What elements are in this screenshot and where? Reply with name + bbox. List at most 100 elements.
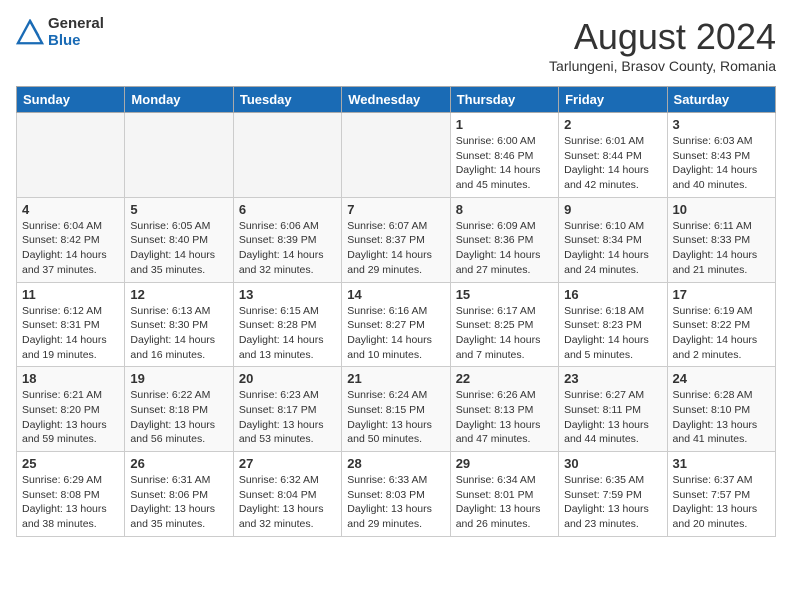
weekday-header-row: SundayMondayTuesdayWednesdayThursdayFrid… bbox=[17, 87, 776, 113]
day-number: 27 bbox=[239, 456, 336, 471]
calendar-table: SundayMondayTuesdayWednesdayThursdayFrid… bbox=[16, 86, 776, 537]
day-info: Sunrise: 6:05 AMSunset: 8:40 PMDaylight:… bbox=[130, 220, 215, 276]
calendar-cell bbox=[342, 113, 450, 198]
day-info: Sunrise: 6:11 AMSunset: 8:33 PMDaylight:… bbox=[673, 220, 758, 276]
day-number: 7 bbox=[347, 202, 444, 217]
day-number: 23 bbox=[564, 371, 661, 386]
day-number: 12 bbox=[130, 287, 227, 302]
day-number: 9 bbox=[564, 202, 661, 217]
calendar-cell: 18 Sunrise: 6:21 AMSunset: 8:20 PMDaylig… bbox=[17, 367, 125, 452]
day-number: 4 bbox=[22, 202, 119, 217]
week-row-4: 25 Sunrise: 6:29 AMSunset: 8:08 PMDaylig… bbox=[17, 452, 776, 537]
day-info: Sunrise: 6:27 AMSunset: 8:11 PMDaylight:… bbox=[564, 389, 649, 445]
day-info: Sunrise: 6:13 AMSunset: 8:30 PMDaylight:… bbox=[130, 305, 215, 361]
day-info: Sunrise: 6:35 AMSunset: 7:59 PMDaylight:… bbox=[564, 474, 649, 530]
calendar-cell: 19 Sunrise: 6:22 AMSunset: 8:18 PMDaylig… bbox=[125, 367, 233, 452]
day-info: Sunrise: 6:33 AMSunset: 8:03 PMDaylight:… bbox=[347, 474, 432, 530]
day-info: Sunrise: 6:26 AMSunset: 8:13 PMDaylight:… bbox=[456, 389, 541, 445]
day-info: Sunrise: 6:15 AMSunset: 8:28 PMDaylight:… bbox=[239, 305, 324, 361]
logo-icon bbox=[16, 19, 44, 47]
day-info: Sunrise: 6:34 AMSunset: 8:01 PMDaylight:… bbox=[456, 474, 541, 530]
calendar-cell: 8 Sunrise: 6:09 AMSunset: 8:36 PMDayligh… bbox=[450, 197, 558, 282]
day-number: 26 bbox=[130, 456, 227, 471]
week-row-0: 1 Sunrise: 6:00 AMSunset: 8:46 PMDayligh… bbox=[17, 113, 776, 198]
day-info: Sunrise: 6:18 AMSunset: 8:23 PMDaylight:… bbox=[564, 305, 649, 361]
calendar-cell: 26 Sunrise: 6:31 AMSunset: 8:06 PMDaylig… bbox=[125, 452, 233, 537]
day-number: 3 bbox=[673, 117, 770, 132]
logo-text: General Blue bbox=[48, 16, 104, 49]
day-info: Sunrise: 6:00 AMSunset: 8:46 PMDaylight:… bbox=[456, 135, 541, 191]
calendar-cell: 25 Sunrise: 6:29 AMSunset: 8:08 PMDaylig… bbox=[17, 452, 125, 537]
calendar-cell: 14 Sunrise: 6:16 AMSunset: 8:27 PMDaylig… bbox=[342, 282, 450, 367]
header: General Blue August 2024 Tarlungeni, Bra… bbox=[16, 16, 776, 74]
title-area: August 2024 Tarlungeni, Brasov County, R… bbox=[549, 16, 776, 74]
calendar-cell: 22 Sunrise: 6:26 AMSunset: 8:13 PMDaylig… bbox=[450, 367, 558, 452]
day-info: Sunrise: 6:10 AMSunset: 8:34 PMDaylight:… bbox=[564, 220, 649, 276]
calendar-cell: 15 Sunrise: 6:17 AMSunset: 8:25 PMDaylig… bbox=[450, 282, 558, 367]
day-number: 5 bbox=[130, 202, 227, 217]
calendar-cell: 16 Sunrise: 6:18 AMSunset: 8:23 PMDaylig… bbox=[559, 282, 667, 367]
calendar-cell: 6 Sunrise: 6:06 AMSunset: 8:39 PMDayligh… bbox=[233, 197, 341, 282]
week-row-1: 4 Sunrise: 6:04 AMSunset: 8:42 PMDayligh… bbox=[17, 197, 776, 282]
calendar-cell: 2 Sunrise: 6:01 AMSunset: 8:44 PMDayligh… bbox=[559, 113, 667, 198]
day-info: Sunrise: 6:12 AMSunset: 8:31 PMDaylight:… bbox=[22, 305, 107, 361]
day-number: 31 bbox=[673, 456, 770, 471]
logo-blue: Blue bbox=[48, 33, 104, 50]
day-number: 19 bbox=[130, 371, 227, 386]
calendar-cell: 21 Sunrise: 6:24 AMSunset: 8:15 PMDaylig… bbox=[342, 367, 450, 452]
day-info: Sunrise: 6:23 AMSunset: 8:17 PMDaylight:… bbox=[239, 389, 324, 445]
day-info: Sunrise: 6:17 AMSunset: 8:25 PMDaylight:… bbox=[456, 305, 541, 361]
calendar-cell: 31 Sunrise: 6:37 AMSunset: 7:57 PMDaylig… bbox=[667, 452, 775, 537]
day-info: Sunrise: 6:28 AMSunset: 8:10 PMDaylight:… bbox=[673, 389, 758, 445]
day-number: 21 bbox=[347, 371, 444, 386]
calendar-cell bbox=[17, 113, 125, 198]
day-info: Sunrise: 6:03 AMSunset: 8:43 PMDaylight:… bbox=[673, 135, 758, 191]
calendar-cell: 28 Sunrise: 6:33 AMSunset: 8:03 PMDaylig… bbox=[342, 452, 450, 537]
calendar-cell: 7 Sunrise: 6:07 AMSunset: 8:37 PMDayligh… bbox=[342, 197, 450, 282]
day-info: Sunrise: 6:32 AMSunset: 8:04 PMDaylight:… bbox=[239, 474, 324, 530]
day-number: 22 bbox=[456, 371, 553, 386]
day-number: 24 bbox=[673, 371, 770, 386]
weekday-header-wednesday: Wednesday bbox=[342, 87, 450, 113]
day-number: 1 bbox=[456, 117, 553, 132]
day-info: Sunrise: 6:06 AMSunset: 8:39 PMDaylight:… bbox=[239, 220, 324, 276]
day-number: 15 bbox=[456, 287, 553, 302]
day-number: 11 bbox=[22, 287, 119, 302]
weekday-header-saturday: Saturday bbox=[667, 87, 775, 113]
week-row-3: 18 Sunrise: 6:21 AMSunset: 8:20 PMDaylig… bbox=[17, 367, 776, 452]
day-info: Sunrise: 6:19 AMSunset: 8:22 PMDaylight:… bbox=[673, 305, 758, 361]
calendar-cell: 4 Sunrise: 6:04 AMSunset: 8:42 PMDayligh… bbox=[17, 197, 125, 282]
day-number: 29 bbox=[456, 456, 553, 471]
day-info: Sunrise: 6:31 AMSunset: 8:06 PMDaylight:… bbox=[130, 474, 215, 530]
calendar-cell: 11 Sunrise: 6:12 AMSunset: 8:31 PMDaylig… bbox=[17, 282, 125, 367]
day-info: Sunrise: 6:21 AMSunset: 8:20 PMDaylight:… bbox=[22, 389, 107, 445]
week-row-2: 11 Sunrise: 6:12 AMSunset: 8:31 PMDaylig… bbox=[17, 282, 776, 367]
calendar-cell: 30 Sunrise: 6:35 AMSunset: 7:59 PMDaylig… bbox=[559, 452, 667, 537]
location: Tarlungeni, Brasov County, Romania bbox=[549, 58, 776, 74]
day-number: 28 bbox=[347, 456, 444, 471]
weekday-header-monday: Monday bbox=[125, 87, 233, 113]
logo-general: General bbox=[48, 16, 104, 33]
day-number: 14 bbox=[347, 287, 444, 302]
day-number: 10 bbox=[673, 202, 770, 217]
calendar-cell: 9 Sunrise: 6:10 AMSunset: 8:34 PMDayligh… bbox=[559, 197, 667, 282]
calendar-cell: 20 Sunrise: 6:23 AMSunset: 8:17 PMDaylig… bbox=[233, 367, 341, 452]
weekday-header-tuesday: Tuesday bbox=[233, 87, 341, 113]
calendar-cell: 13 Sunrise: 6:15 AMSunset: 8:28 PMDaylig… bbox=[233, 282, 341, 367]
calendar-cell: 3 Sunrise: 6:03 AMSunset: 8:43 PMDayligh… bbox=[667, 113, 775, 198]
calendar-cell: 10 Sunrise: 6:11 AMSunset: 8:33 PMDaylig… bbox=[667, 197, 775, 282]
logo: General Blue bbox=[16, 16, 104, 49]
calendar-cell: 27 Sunrise: 6:32 AMSunset: 8:04 PMDaylig… bbox=[233, 452, 341, 537]
day-info: Sunrise: 6:24 AMSunset: 8:15 PMDaylight:… bbox=[347, 389, 432, 445]
weekday-header-friday: Friday bbox=[559, 87, 667, 113]
day-number: 18 bbox=[22, 371, 119, 386]
day-number: 13 bbox=[239, 287, 336, 302]
day-info: Sunrise: 6:22 AMSunset: 8:18 PMDaylight:… bbox=[130, 389, 215, 445]
day-number: 6 bbox=[239, 202, 336, 217]
calendar-cell bbox=[233, 113, 341, 198]
calendar-cell bbox=[125, 113, 233, 198]
calendar-cell: 29 Sunrise: 6:34 AMSunset: 8:01 PMDaylig… bbox=[450, 452, 558, 537]
weekday-header-sunday: Sunday bbox=[17, 87, 125, 113]
calendar-cell: 5 Sunrise: 6:05 AMSunset: 8:40 PMDayligh… bbox=[125, 197, 233, 282]
day-number: 17 bbox=[673, 287, 770, 302]
